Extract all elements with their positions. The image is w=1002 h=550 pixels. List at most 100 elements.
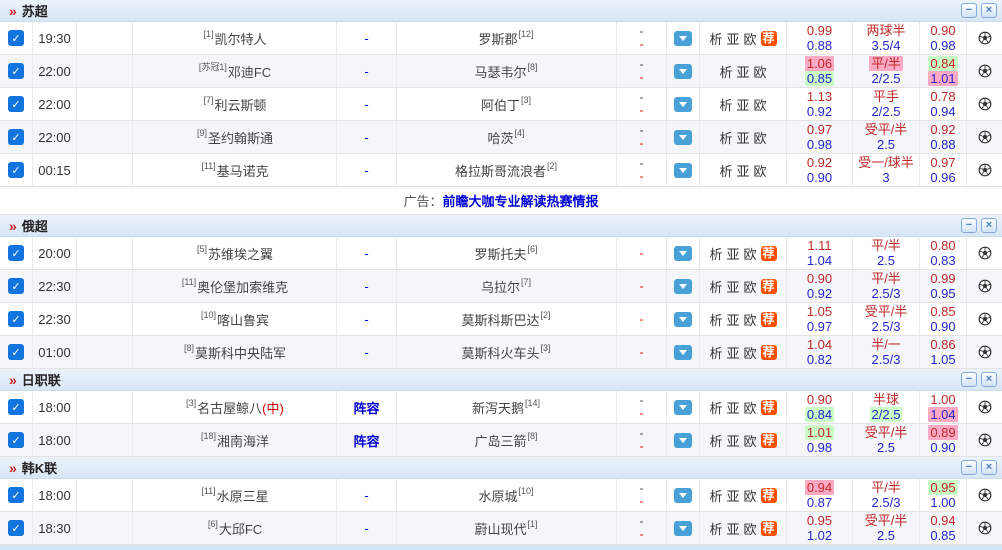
away-team-link[interactable]: 罗斯郡 [12] (397, 22, 617, 54)
match-checkbox[interactable] (8, 63, 24, 79)
match-checkbox[interactable] (8, 96, 24, 112)
asia-odds-link[interactable]: 亚 (736, 161, 749, 180)
soccer-ball-icon[interactable] (978, 521, 992, 535)
expand-dropdown-button[interactable] (674, 30, 692, 46)
mid-link[interactable]: - (364, 279, 368, 294)
expand-dropdown-button[interactable] (674, 63, 692, 79)
home-team-link[interactable]: [苏冠1] 邓迪FC (133, 55, 337, 87)
expand-dropdown-button[interactable] (674, 344, 692, 360)
analysis-link[interactable]: 析 (709, 310, 722, 329)
close-button[interactable]: × (981, 372, 997, 387)
mid-link[interactable]: - (364, 31, 368, 46)
expand-dropdown-button[interactable] (674, 487, 692, 503)
match-checkbox[interactable] (8, 432, 24, 448)
mid-link[interactable]: - (364, 163, 368, 178)
mid-link[interactable]: - (364, 130, 368, 145)
soccer-ball-icon[interactable] (978, 400, 992, 414)
match-checkbox[interactable] (8, 344, 24, 360)
asia-odds-link[interactable]: 亚 (726, 277, 739, 296)
match-checkbox[interactable] (8, 245, 24, 261)
minimize-button[interactable]: − (961, 3, 977, 18)
match-checkbox[interactable] (8, 399, 24, 415)
analysis-link[interactable]: 析 (709, 343, 722, 362)
europe-odds-link[interactable]: 欧 (744, 244, 757, 263)
expand-dropdown-button[interactable] (674, 311, 692, 327)
close-button[interactable]: × (981, 218, 997, 233)
europe-odds-link[interactable]: 欧 (754, 62, 767, 81)
minimize-button[interactable]: − (961, 460, 977, 475)
soccer-ball-icon[interactable] (978, 488, 992, 502)
europe-odds-link[interactable]: 欧 (744, 343, 757, 362)
analysis-link[interactable]: 析 (709, 244, 722, 263)
home-team-link[interactable]: [3] 名古屋鲸八 (中) (133, 391, 337, 423)
expand-dropdown-button[interactable] (674, 129, 692, 145)
away-team-link[interactable]: 阿伯丁 [3] (397, 88, 617, 120)
home-team-link[interactable]: [1] 凯尔特人 (133, 22, 337, 54)
away-team-link[interactable]: 莫斯科斯巴达 [2] (397, 303, 617, 335)
analysis-link[interactable]: 析 (709, 277, 722, 296)
analysis-link[interactable]: 析 (709, 29, 722, 48)
mid-link[interactable]: - (364, 64, 368, 79)
analysis-link[interactable]: 析 (709, 486, 722, 505)
home-team-link[interactable]: [6] 大邱FC (133, 512, 337, 544)
recommend-badge[interactable]: 荐 (760, 432, 777, 448)
soccer-ball-icon[interactable] (978, 312, 992, 326)
analysis-link[interactable]: 析 (719, 62, 732, 81)
expand-dropdown-button[interactable] (674, 96, 692, 112)
mid-link[interactable]: - (364, 312, 368, 327)
mid-link[interactable]: - (364, 521, 368, 536)
soccer-ball-icon[interactable] (978, 97, 992, 111)
match-checkbox[interactable] (8, 311, 24, 327)
asia-odds-link[interactable]: 亚 (726, 486, 739, 505)
soccer-ball-icon[interactable] (978, 64, 992, 78)
europe-odds-link[interactable]: 欧 (744, 431, 757, 450)
asia-odds-link[interactable]: 亚 (726, 398, 739, 417)
recommend-badge[interactable]: 荐 (760, 278, 777, 294)
mid-link[interactable]: - (364, 488, 368, 503)
soccer-ball-icon[interactable] (978, 279, 992, 293)
analysis-link[interactable]: 析 (719, 128, 732, 147)
expand-dropdown-button[interactable] (674, 162, 692, 178)
minimize-button[interactable]: − (961, 372, 977, 387)
europe-odds-link[interactable]: 欧 (754, 128, 767, 147)
expand-dropdown-button[interactable] (674, 245, 692, 261)
recommend-badge[interactable]: 荐 (760, 311, 777, 327)
away-team-link[interactable]: 水原城 [10] (397, 479, 617, 511)
away-team-link[interactable]: 莫斯科火车头 [3] (397, 336, 617, 368)
mid-link[interactable]: - (364, 345, 368, 360)
close-button[interactable]: × (981, 460, 997, 475)
expand-dropdown-button[interactable] (674, 399, 692, 415)
asia-odds-link[interactable]: 亚 (726, 519, 739, 538)
soccer-ball-icon[interactable] (978, 246, 992, 260)
europe-odds-link[interactable]: 欧 (744, 310, 757, 329)
expand-dropdown-button[interactable] (674, 432, 692, 448)
recommend-badge[interactable]: 荐 (760, 520, 777, 536)
away-team-link[interactable]: 格拉斯哥流浪者 [2] (397, 154, 617, 186)
away-team-link[interactable]: 哈茨 [4] (397, 121, 617, 153)
home-team-link[interactable]: [7] 利云斯顿 (133, 88, 337, 120)
europe-odds-link[interactable]: 欧 (754, 95, 767, 114)
ad-link[interactable]: 前瞻大咖专业解读热赛情报 (443, 191, 599, 210)
europe-odds-link[interactable]: 欧 (744, 398, 757, 417)
match-checkbox[interactable] (8, 162, 24, 178)
expand-dropdown-button[interactable] (674, 278, 692, 294)
analysis-link[interactable]: 析 (709, 431, 722, 450)
expand-dropdown-button[interactable] (674, 520, 692, 536)
asia-odds-link[interactable]: 亚 (726, 244, 739, 263)
match-checkbox[interactable] (8, 520, 24, 536)
mid-link[interactable]: - (364, 97, 368, 112)
close-button[interactable]: × (981, 3, 997, 18)
away-team-link[interactable]: 马瑟韦尔 [8] (397, 55, 617, 87)
soccer-ball-icon[interactable] (978, 163, 992, 177)
home-team-link[interactable]: [11] 水原三星 (133, 479, 337, 511)
analysis-link[interactable]: 析 (709, 519, 722, 538)
asia-odds-link[interactable]: 亚 (736, 128, 749, 147)
soccer-ball-icon[interactable] (978, 31, 992, 45)
away-team-link[interactable]: 罗斯托夫 [6] (397, 237, 617, 269)
away-team-link[interactable]: 广岛三箭 [8] (397, 424, 617, 456)
soccer-ball-icon[interactable] (978, 433, 992, 447)
match-checkbox[interactable] (8, 278, 24, 294)
recommend-badge[interactable]: 荐 (760, 487, 777, 503)
analysis-link[interactable]: 析 (719, 95, 732, 114)
home-team-link[interactable]: [9] 圣约翰斯通 (133, 121, 337, 153)
